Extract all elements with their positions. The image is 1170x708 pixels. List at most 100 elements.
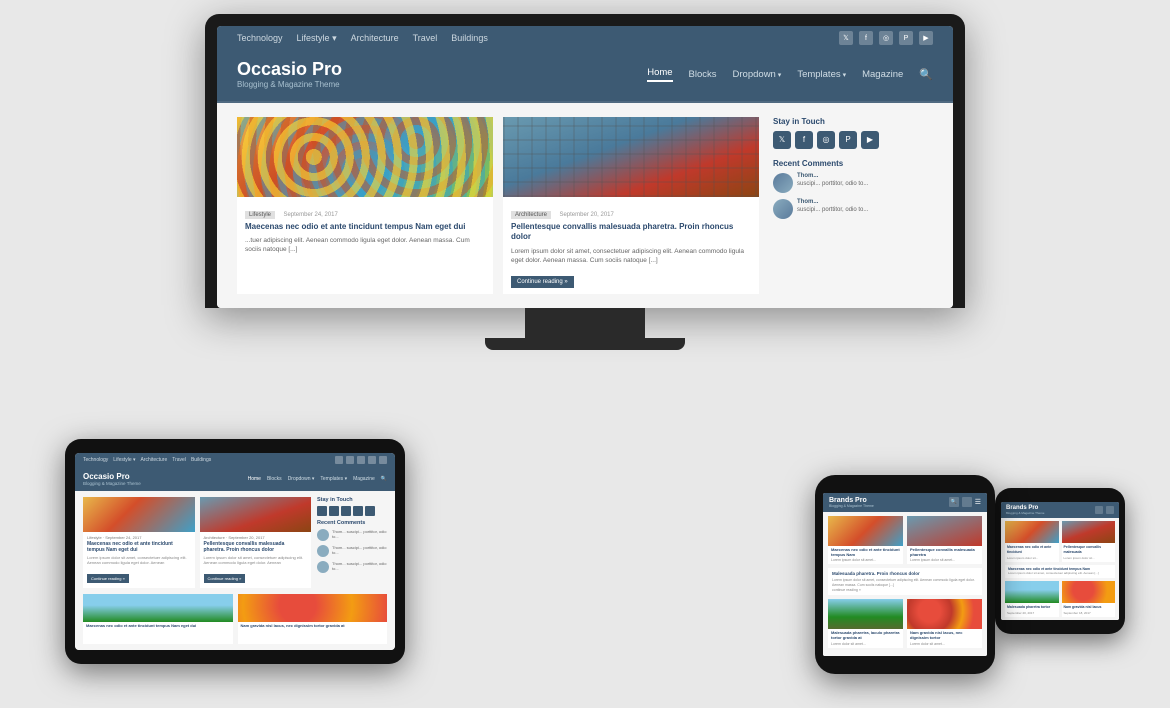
phone-large-post-4: Nam gravida nisl lacus, nec dignissim to…	[907, 599, 982, 648]
t-fb-icon	[329, 506, 339, 516]
phone-large-screen: Brands Pro Blogging & Magazine Theme 🔍 ☰	[823, 493, 987, 656]
tablet-header: Occasio Pro Blogging & Magazine Theme Ho…	[75, 467, 395, 491]
t-nav-life: Lifestyle ▾	[113, 457, 135, 463]
phone-small-header: Brands Pro Blogging & Magazine Theme	[1001, 502, 1119, 518]
tablet-logo-title: Occasio Pro	[83, 472, 141, 481]
nav-home[interactable]: Home	[647, 67, 672, 82]
topbar-nav: Technology Lifestyle ▾ Architecture Trav…	[237, 33, 488, 44]
t-ig-icon	[341, 506, 351, 516]
readmore-button-2[interactable]: Continue reading »	[511, 276, 574, 288]
nav-lifestyle[interactable]: Lifestyle ▾	[297, 33, 337, 44]
post-title-1: Maecenas nec odio et ante tincidunt temp…	[245, 222, 485, 232]
phone-sm-row-1: Maecenas nec odio et ante tincidunt Lore…	[1005, 521, 1115, 561]
monitor-frame: Technology Lifestyle ▾ Architecture Trav…	[205, 14, 965, 308]
phone-large-post-1: Maecenas nec odio et ante tincidunt temp…	[828, 516, 903, 565]
logo-title: Occasio Pro	[237, 60, 342, 80]
monitor-screen: Technology Lifestyle ▾ Architecture Trav…	[217, 26, 953, 308]
phone-large-post-text-2: Lorem ipsum dolor sit amet...	[910, 558, 979, 562]
tablet-readmore-1[interactable]: Continue reading »	[87, 574, 129, 583]
tablet-frame: Technology Lifestyle ▾ Architecture Trav…	[65, 439, 405, 664]
pinterest-icon[interactable]: P	[899, 31, 913, 45]
nav-templates[interactable]: Templates	[797, 69, 846, 80]
nav-travel[interactable]: Travel	[413, 33, 438, 44]
monitor-stand-neck	[525, 308, 645, 338]
phone-large-post-text-4: Lorem dolor sit amet...	[910, 642, 979, 646]
fb-social-icon[interactable]: f	[795, 131, 813, 149]
tablet-comment-1: Thom... suscipi... porttitor, odio to...	[317, 529, 387, 541]
comment-author-2: Thom...	[797, 199, 818, 205]
tablet-topbar-nav: Technology Lifestyle ▾ Architecture Trav…	[83, 457, 211, 463]
post-body-2: Architecture September 20, 2017 Pellente…	[503, 197, 759, 294]
tablet-post-body-2: Architecture · September 20, 2017 Pellen…	[200, 532, 312, 588]
tablet-social-icons	[317, 506, 387, 516]
t-social-2	[346, 456, 354, 464]
t-search-icon: 🔍	[381, 476, 387, 482]
tablet-post-body-1: Lifestyle · September 24, 2017 Maecenas …	[83, 532, 195, 588]
comment-avatar-1	[773, 173, 793, 193]
post-excerpt-2: Lorem ipsum dolor sit amet, consectetuer…	[511, 247, 751, 265]
t-social-3	[357, 456, 365, 464]
tw-social-icon[interactable]: 𝕏	[773, 131, 791, 149]
sidebar: Stay in Touch 𝕏 f ◎ P ▶ Recent Comments	[773, 117, 933, 294]
youtube-icon[interactable]: ▶	[919, 31, 933, 45]
nav-architecture[interactable]: Architecture	[351, 33, 399, 44]
post-tag-2[interactable]: Architecture	[511, 211, 551, 219]
phone-small-content: Maecenas nec odio et ante tincidunt Lore…	[1001, 518, 1119, 620]
comment-item-2: Thom... suscipi... porttitor, odio to...	[773, 199, 933, 219]
widget-title-1: Stay in Touch	[773, 117, 933, 126]
tablet-readmore-2[interactable]: Continue reading »	[204, 574, 246, 583]
tablet-comment-text-1: Thom... suscipi... porttitor, odio to...	[332, 529, 387, 539]
phone-large-post-body-1: Maecenas nec odio et ante tincidunt temp…	[828, 546, 903, 565]
phone-large-post-title-1: Maecenas nec odio et ante tincidunt temp…	[831, 548, 900, 558]
t-nav-blocks: Blocks	[267, 476, 282, 482]
post-date-2: September 20, 2017	[559, 212, 613, 218]
phone-large-post-img-2	[907, 516, 982, 546]
post-tag-1[interactable]: Lifestyle	[245, 211, 275, 219]
phone-sm-post-4: Nam gravida nisl lacus September 18, 201…	[1062, 581, 1116, 617]
nav-magazine[interactable]: Magazine	[862, 69, 903, 80]
phone-sm-menu-icon	[1106, 506, 1114, 514]
phone-small-logo-sub: Blogging & Magazine Theme	[1006, 511, 1044, 515]
twitter-icon[interactable]: 𝕏	[839, 31, 853, 45]
ig-social-icon[interactable]: ◎	[817, 131, 835, 149]
phone-large-post-3: Malesuada pharetra, laculo pharetra tort…	[828, 599, 903, 648]
post-body-1: Lifestyle September 24, 2017 Maecenas ne…	[237, 197, 493, 266]
site-topbar: Technology Lifestyle ▾ Architecture Trav…	[217, 26, 953, 50]
tablet-avatar-1	[317, 529, 329, 541]
tablet-post-title-2: Pellentesque convallis malesuada pharetr…	[204, 541, 308, 553]
tablet-post-img-1	[83, 497, 195, 532]
t-nav-home: Home	[248, 476, 261, 482]
nav-buildings[interactable]: Buildings	[451, 33, 488, 44]
search-icon[interactable]: 🔍	[919, 68, 933, 81]
tablet-content: Lifestyle · September 24, 2017 Maecenas …	[75, 491, 395, 594]
phone-large-post-img-4	[907, 599, 982, 629]
pi-social-icon[interactable]: P	[839, 131, 857, 149]
t-nav-magazine: Magazine	[353, 476, 375, 482]
nav-dropdown[interactable]: Dropdown	[733, 69, 782, 80]
tablet-avatar-2	[317, 545, 329, 557]
tablet-comment-3: Thom... suscipi... porttitor, odio to...	[317, 561, 387, 573]
comment-avatar-2	[773, 199, 793, 219]
tablet-comment-text-2: Thom... suscipi... porttitor, odio to...	[332, 545, 387, 555]
t-tw-icon	[317, 506, 327, 516]
phone-sm-search-icon	[1095, 506, 1103, 514]
phone-small-device: Brands Pro Blogging & Magazine Theme Mae…	[995, 488, 1125, 634]
nav-blocks[interactable]: Blocks	[689, 69, 717, 80]
facebook-icon[interactable]: f	[859, 31, 873, 45]
tablet-post-img-2	[200, 497, 312, 532]
comment-text-2: Thom... suscipi... porttitor, odio to...	[797, 199, 868, 215]
yt-social-icon[interactable]: ▶	[861, 131, 879, 149]
t-nav-templates: Templates ▾	[320, 476, 347, 482]
t-nav-tech: Technology	[83, 457, 108, 463]
comment-author-1: Thom...	[797, 173, 818, 179]
post-image-umbrellas	[237, 117, 493, 197]
phone-small-logo: Brands Pro Blogging & Magazine Theme	[1006, 505, 1044, 515]
site-content: Lifestyle September 24, 2017 Maecenas ne…	[217, 103, 953, 308]
phone-large-content: Maecenas nec odio et ante tincidunt temp…	[823, 512, 987, 656]
tablet-comment-text-3: Thom... suscipi... porttitor, odio to...	[332, 561, 387, 571]
instagram-icon[interactable]: ◎	[879, 31, 893, 45]
tablet-post-2: Architecture · September 20, 2017 Pellen…	[200, 497, 312, 588]
nav-technology[interactable]: Technology	[237, 33, 283, 44]
social-links: 𝕏 f ◎ P ▶	[773, 131, 933, 149]
phone-large-post-body-2: Pellentesque convallis malesuada pharetr…	[907, 546, 982, 565]
